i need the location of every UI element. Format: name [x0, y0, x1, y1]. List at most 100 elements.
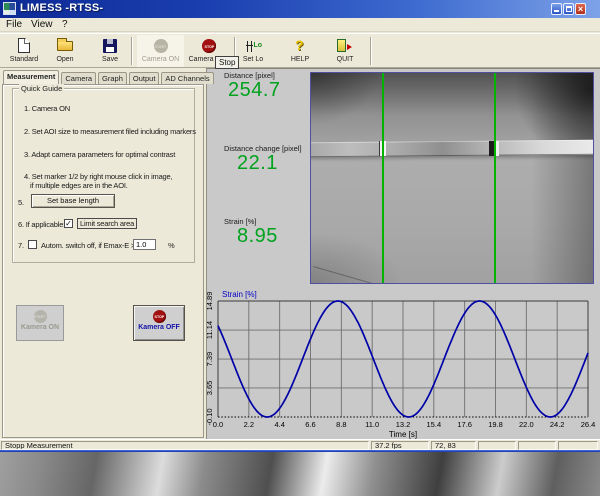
close-icon: ×: [576, 3, 585, 15]
quick-guide-step-4-line1: 4. Set marker 1/2 by right mouse click i…: [24, 172, 172, 181]
set-lo-icon: Lo: [244, 39, 262, 54]
svg-text:7.39: 7.39: [205, 352, 214, 367]
kamera-on-label: Kamera ON: [17, 324, 63, 331]
marker-line-2: [494, 73, 496, 284]
tab-bar: Measurement Camera Graph Output AD Chann…: [3, 70, 216, 84]
statusbar: Stopp Measurement 37.2 fps 72, 83: [0, 439, 600, 450]
quick-guide-step-6-label: 6. If applicable:: [18, 220, 65, 229]
auto-switch-off-label: Autom. switch off, if Emax-E >: [41, 241, 135, 250]
toolbar-quit-button[interactable]: QUIT: [325, 35, 365, 67]
status-empty-cell: [518, 441, 556, 450]
svg-text:0.0: 0.0: [213, 420, 223, 429]
toolbar: Standard Open Save START Camera ON STOP …: [0, 33, 600, 68]
svg-text:3.65: 3.65: [205, 381, 214, 396]
toolbar-save-button[interactable]: Save: [90, 35, 130, 67]
kamera-off-label: Kamera OFF: [134, 324, 184, 331]
svg-text:2.2: 2.2: [244, 420, 254, 429]
svg-text:Strain [%]: Strain [%]: [222, 290, 257, 299]
toolbar-quit-label: QUIT: [325, 56, 365, 63]
toolbar-help-label: HELP: [280, 56, 320, 63]
titlebar[interactable]: LIMESS -RTSS- ×: [0, 0, 600, 18]
toolbar-open-button[interactable]: Open: [45, 35, 85, 67]
toolbar-open-label: Open: [45, 56, 85, 63]
quick-guide-step-1: 1. Camera ON: [24, 104, 70, 113]
svg-text:26.4: 26.4: [581, 420, 596, 429]
help-question-icon: ?: [295, 37, 304, 53]
tab-ad-channels[interactable]: AD Channels: [161, 72, 213, 84]
tab-graph[interactable]: Graph: [98, 72, 127, 84]
quick-guide-step-5-number: 5.: [18, 198, 24, 207]
toolbar-standard-label: Standard: [2, 56, 46, 63]
set-base-length-button[interactable]: Set base length: [31, 194, 115, 208]
strain-time-chart: 0.02.24.46.68.811.013.215.417.619.822.02…: [205, 288, 600, 440]
toolbar-standard-button[interactable]: Standard: [2, 35, 46, 67]
quick-guide-step-4-line2: if multiple edges are in the AOI.: [30, 181, 128, 190]
app-window: LIMESS -RTSS- × File View ? Standard Ope…: [0, 0, 600, 452]
svg-text:19.8: 19.8: [488, 420, 503, 429]
open-folder-icon: [57, 41, 73, 51]
window-border-bottom: [0, 450, 600, 452]
kamera-off-button[interactable]: STOP Kamera OFF: [133, 305, 185, 341]
svg-text:24.2: 24.2: [550, 420, 565, 429]
status-cursor-coords: 72, 83: [431, 441, 476, 450]
toolbar-camera-on-label: Camera ON: [137, 56, 184, 63]
maximize-button[interactable]: [563, 3, 574, 15]
percent-unit-label: %: [168, 241, 174, 250]
svg-text:17.6: 17.6: [457, 420, 472, 429]
toolbar-set-lo-label: Set Lo: [236, 56, 270, 63]
svg-text:11.14: 11.14: [205, 321, 214, 339]
status-empty-cell: [478, 441, 516, 450]
menu-file[interactable]: File: [6, 19, 22, 30]
svg-text:11.0: 11.0: [365, 420, 379, 429]
svg-text:8.8: 8.8: [336, 420, 346, 429]
quick-guide-step-3: 3. Adapt camera parameters for optimal c…: [24, 150, 175, 159]
tab-measurement[interactable]: Measurement: [3, 70, 59, 84]
svg-text:13.2: 13.2: [396, 420, 411, 429]
kamera-on-button[interactable]: START Kamera ON: [16, 305, 64, 341]
quick-guide-step-2: 2. Set AOI size to measurement filed inc…: [24, 127, 196, 136]
svg-text:6.6: 6.6: [305, 420, 315, 429]
new-document-icon: [18, 38, 30, 53]
desktop-wallpaper: [0, 452, 600, 496]
tooltip: Stop: [215, 56, 239, 69]
camera-live-image[interactable]: [310, 72, 594, 284]
toolbar-separator: [131, 37, 133, 65]
screen: LIMESS -RTSS- × File View ? Standard Ope…: [0, 0, 600, 496]
menu-help[interactable]: ?: [62, 19, 68, 30]
stop-circle-icon: STOP: [153, 310, 166, 323]
toolbar-separator: [370, 37, 372, 65]
maximize-icon: [566, 6, 572, 12]
minimize-button[interactable]: [551, 3, 562, 15]
limit-search-area-checkbox[interactable]: ✓: [64, 219, 73, 228]
toolbar-set-lo-button[interactable]: Lo Set Lo: [236, 35, 270, 67]
distance-value: 254.7: [228, 79, 281, 102]
distance-change-value: 22.1: [237, 152, 278, 175]
menu-view[interactable]: View: [31, 19, 53, 30]
tab-camera[interactable]: Camera: [61, 72, 96, 84]
toolbar-help-button[interactable]: ? HELP: [280, 35, 320, 67]
svg-text:22.0: 22.0: [519, 420, 534, 429]
window-title: LIMESS -RTSS-: [20, 2, 103, 14]
svg-text:14.89: 14.89: [205, 292, 214, 311]
status-fps: 37.2 fps: [371, 441, 429, 450]
app-icon[interactable]: [3, 2, 16, 15]
tab-output[interactable]: Output: [129, 72, 160, 84]
quit-door-icon: [337, 39, 346, 52]
svg-text:4.4: 4.4: [274, 420, 284, 429]
background-scratch: [313, 266, 400, 284]
auto-switch-off-checkbox[interactable]: [28, 240, 37, 249]
toolbar-camera-on-button[interactable]: START Camera ON: [137, 35, 184, 67]
quick-guide-title: Quick Guide: [19, 84, 64, 93]
limit-search-area-label[interactable]: Limit search area: [77, 218, 137, 229]
specimen-strip: [310, 140, 594, 158]
menubar: File View ?: [0, 18, 600, 32]
camera-start-icon: START: [154, 39, 168, 53]
save-floppy-icon: [103, 39, 117, 53]
close-button[interactable]: ×: [575, 3, 586, 15]
status-empty-cell: [558, 441, 598, 450]
toolbar-save-label: Save: [90, 56, 130, 63]
emax-threshold-input[interactable]: [133, 239, 156, 250]
start-circle-icon: START: [34, 310, 47, 323]
svg-text:Time [s]: Time [s]: [389, 430, 417, 439]
quick-guide-step-7-number: 7.: [18, 241, 24, 250]
